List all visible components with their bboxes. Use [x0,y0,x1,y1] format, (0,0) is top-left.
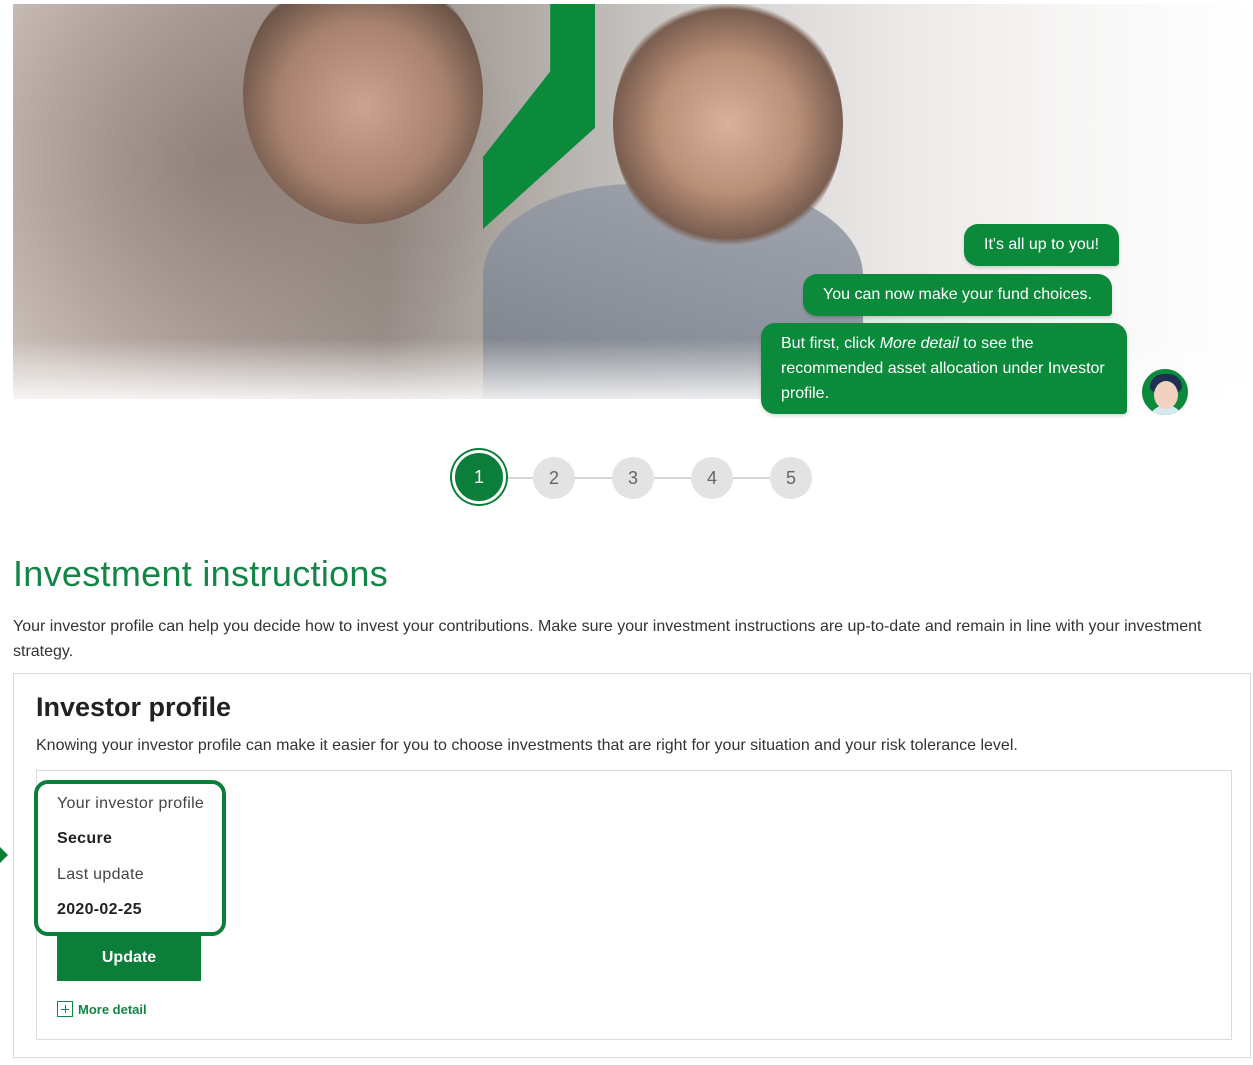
step-2[interactable]: 2 [533,457,575,499]
assistant-avatar-icon [1140,367,1190,417]
chat-bubble-3-text-a: But first, click [781,335,880,352]
more-detail-label: More detail [78,1001,147,1017]
investor-profile-label: Your investor profile [57,795,205,812]
hero-person-right [613,4,843,254]
chat-bubble-1: It's all up to you! [964,224,1120,266]
last-update-value: 2020-02-25 [57,901,142,918]
chat-bubble-2: You can now make your fund choices. [803,274,1112,316]
step-4[interactable]: 4 [691,457,733,499]
last-update-label: Last update [57,866,144,883]
intro-text: Your investor profile can help you decid… [13,618,1202,660]
more-detail-link[interactable]: More detail [57,999,147,1019]
progress-stepper: 1 2 3 4 5 [449,450,819,506]
pointer-arrow-icon [0,847,8,863]
chat-bubble-3-emphasis: More detail [879,335,959,352]
card-title: Investor profile [36,692,232,722]
step-5[interactable]: 5 [770,457,812,499]
step-1[interactable]: 1 [452,450,506,504]
update-button[interactable]: Update [57,934,201,981]
plus-square-icon [57,1001,73,1017]
page-title: Investment instructions [13,553,389,594]
investor-profile-value: Secure [57,830,113,847]
card-description: Knowing your investor profile can make i… [36,737,1018,754]
step-3[interactable]: 3 [612,457,654,499]
chat-bubble-3: But first, click More detail to see the … [761,323,1127,414]
